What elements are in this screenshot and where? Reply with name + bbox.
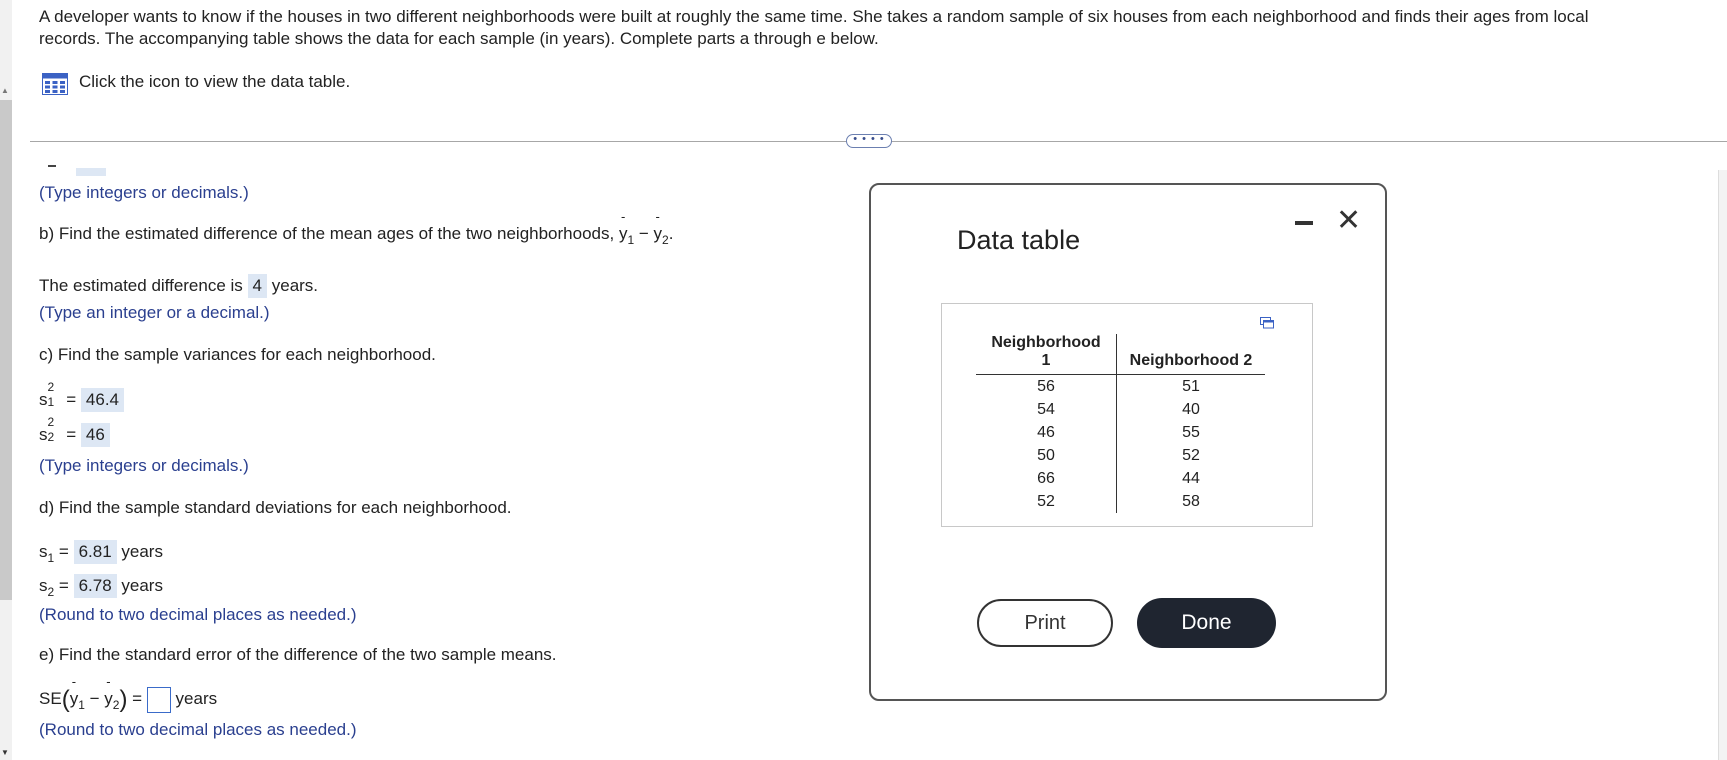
variance-s1-answer[interactable]: 46.4	[80, 388, 124, 412]
neighborhood-ages-table: Neighborhood 1 Neighborhood 2 56 51 54 40 …	[976, 334, 1265, 513]
expand-divider-button[interactable]: • • • •	[846, 134, 892, 148]
mean-difference-answer[interactable]: 4	[247, 274, 267, 298]
sd-s1-unit: years	[121, 542, 163, 561]
col1-header-line2: 1	[1041, 352, 1051, 369]
table-cell: 52	[1182, 447, 1200, 464]
part-b-answer-prefix: The estimated difference is	[39, 276, 243, 295]
s1-squared-symbol: s21	[39, 380, 55, 409]
sd-s1-answer[interactable]: 6.81	[73, 540, 117, 564]
part-e-question: e) Find the standard error of the differ…	[39, 645, 557, 664]
sd-s2-unit: years	[121, 576, 163, 595]
table-row: 56 51	[976, 374, 1265, 398]
part-b-answer-suffix: years.	[271, 276, 319, 295]
intro-line-1: A developer wants to know if the houses …	[39, 7, 1589, 26]
intro-line-2: records. The accompanying table shows th…	[39, 29, 879, 48]
standard-error-row: SE(y1 − y2) = years	[39, 674, 218, 714]
part-b-hint: (Type an integer or a decimal.)	[39, 303, 270, 322]
problem-intro: A developer wants to know if the houses …	[39, 6, 1719, 50]
table-row: 66 44	[976, 467, 1265, 490]
part-a-hint: (Type integers or decimals.)	[39, 183, 249, 202]
table-cell: 46	[976, 421, 1117, 444]
minimize-icon[interactable]	[1295, 221, 1313, 225]
variance-s2-answer[interactable]: 46	[80, 423, 110, 447]
sd-s2-row: s2 = 6.78 years	[39, 574, 163, 599]
table-cell: 55	[1182, 424, 1200, 441]
grid-table-icon[interactable]	[42, 73, 68, 95]
sd-s2-answer[interactable]: 6.78	[73, 574, 117, 598]
clipped-answer-box	[76, 168, 106, 176]
left-scroll-thumb[interactable]	[0, 100, 12, 600]
sd-s1-row: s1 = 6.81 years	[39, 540, 163, 565]
part-b-question-text: b) Find the estimated difference of the …	[39, 224, 615, 243]
part-b-answer: The estimated difference is 4 years.	[39, 274, 318, 298]
part-b-question: b) Find the estimated difference of the …	[39, 209, 673, 247]
col1-header-line1: Neighborhood	[991, 334, 1101, 351]
scroll-down-arrow-icon[interactable]: ▼	[1, 748, 9, 757]
view-table-link[interactable]: Click the icon to view the data table.	[79, 72, 350, 92]
clipped-sub-glyph	[48, 162, 56, 167]
print-button[interactable]: Print	[977, 599, 1113, 647]
part-d-question: d) Find the sample standard deviations f…	[39, 498, 512, 517]
standard-error-input[interactable]	[146, 686, 171, 713]
se-unit: years	[175, 689, 218, 708]
data-table-panel: Neighborhood 1 Neighborhood 2 56 51 54 40 …	[941, 303, 1313, 527]
popout-icon[interactable]	[1260, 317, 1274, 329]
table-cell: 51	[1182, 378, 1200, 395]
part-c-question: c) Find the sample variances for each ne…	[39, 345, 436, 364]
table-row: 54 40	[976, 398, 1265, 421]
variance-s1-row: s21 = 46.4	[39, 380, 124, 412]
right-scroll-track[interactable]	[1718, 170, 1727, 760]
ybar-difference-symbol: y1 − y2.	[619, 209, 673, 247]
part-e-hint: (Round to two decimal places as needed.)	[39, 720, 357, 739]
data-table-dialog: Data table ✕ Neighborhood 1 Neighborhood…	[869, 183, 1387, 701]
table-cell: 54	[976, 398, 1117, 421]
s1-symbol: s1	[39, 542, 55, 565]
dialog-title: Data table	[957, 225, 1081, 255]
close-icon[interactable]: ✕	[1336, 203, 1361, 238]
table-cell: 50	[976, 444, 1117, 467]
part-d-hint: (Round to two decimal places as needed.)	[39, 605, 357, 624]
col-header-neighborhood-2: Neighborhood 2	[1116, 334, 1265, 375]
table-cell: 56	[976, 374, 1117, 398]
table-row: 46 55	[976, 421, 1265, 444]
col-header-neighborhood-1: Neighborhood 1	[976, 334, 1117, 375]
table-cell: 40	[1182, 401, 1200, 418]
variance-s2-row: s22 = 46	[39, 415, 110, 447]
s2-symbol: s2	[39, 576, 55, 599]
table-row: 50 52	[976, 444, 1265, 467]
table-cell: 58	[1182, 493, 1200, 510]
scroll-up-arrow-icon[interactable]: ▲	[1, 86, 9, 95]
se-label: SE	[39, 689, 62, 708]
table-cell: 44	[1182, 470, 1200, 487]
done-button[interactable]: Done	[1137, 598, 1276, 648]
table-cell: 66	[976, 467, 1117, 490]
table-cell: 52	[976, 490, 1117, 513]
s2-squared-symbol: s22	[39, 415, 55, 444]
part-c-hint: (Type integers or decimals.)	[39, 456, 249, 475]
table-row: 52 58	[976, 490, 1265, 513]
